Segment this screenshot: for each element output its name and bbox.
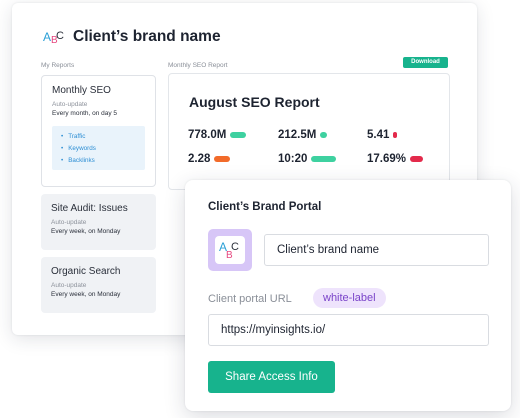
- brand-title: Client’s brand name: [73, 28, 221, 45]
- metric-value: 2.28: [188, 153, 211, 165]
- portal-title: Client’s Brand Portal: [208, 201, 322, 213]
- brand-portal-card: Client’s Brand Portal A B C Client porta…: [185, 180, 511, 411]
- metric-bar: [311, 156, 337, 162]
- report-frequency: Every month, on day 5: [52, 110, 118, 117]
- metric-link-backlinks[interactable]: Backlinks: [61, 155, 137, 167]
- metric-bar: [230, 132, 247, 138]
- report-heading: August SEO Report: [189, 94, 320, 110]
- metric-value: 5.41: [367, 129, 390, 141]
- metric-1: 778.0M: [188, 129, 247, 141]
- logo-preview: A B C: [215, 236, 245, 264]
- metric-bar: [393, 132, 398, 138]
- report-title: Organic Search: [51, 266, 121, 277]
- portal-url-label: Client portal URL: [208, 293, 292, 305]
- report-frequency: Every week, on Monday: [51, 291, 121, 298]
- svg-text:C: C: [231, 241, 239, 253]
- metric-2: 212.5M: [278, 129, 328, 141]
- report-card-organic-search[interactable]: Organic Search Auto-update Every week, o…: [41, 257, 156, 313]
- metric-4: 2.28: [188, 153, 231, 165]
- share-access-button[interactable]: Share Access Info: [208, 361, 335, 393]
- svg-text:C: C: [56, 30, 64, 42]
- metric-link-traffic[interactable]: Traffic: [61, 131, 137, 143]
- august-report-card: August SEO Report 778.0M 212.5M 5.41 2.2…: [168, 73, 450, 190]
- report-title: Site Audit: Issues: [51, 203, 128, 214]
- metric-6: 17.69%: [367, 153, 424, 165]
- metric-value: 778.0M: [188, 129, 227, 141]
- report-frequency: Every week, on Monday: [51, 228, 121, 235]
- report-subtitle: Auto-update: [52, 101, 88, 108]
- logo-upload[interactable]: A B C: [208, 229, 252, 271]
- svg-text:A: A: [43, 30, 51, 44]
- metric-bar: [320, 132, 328, 138]
- white-label-badge: white-label: [313, 288, 386, 308]
- metric-3: 5.41: [367, 129, 398, 141]
- brand-name-input[interactable]: [264, 234, 489, 266]
- report-subtitle: Auto-update: [51, 282, 87, 289]
- abc-letters-logo-icon: A B C: [43, 30, 64, 46]
- abc-letters-logo-icon: A B C: [219, 240, 239, 261]
- metric-link-keywords[interactable]: Keywords: [61, 143, 137, 155]
- metric-value: 212.5M: [278, 129, 317, 141]
- report-card-site-audit[interactable]: Site Audit: Issues Auto-update Every wee…: [41, 194, 156, 250]
- download-button[interactable]: Download: [403, 57, 448, 68]
- report-subtitle: Auto-update: [51, 219, 87, 226]
- report-card-monthly-seo[interactable]: Monthly SEO Auto-update Every month, on …: [41, 75, 156, 187]
- metric-bar: [410, 156, 424, 162]
- report-metrics-list: Traffic Keywords Backlinks: [52, 126, 145, 170]
- metric-5: 10:20: [278, 153, 337, 165]
- metric-value: 10:20: [278, 153, 308, 165]
- monthly-seo-report-label: Monthly SEO Report: [168, 62, 228, 69]
- portal-url-input[interactable]: [208, 314, 489, 346]
- report-title: Monthly SEO: [52, 85, 111, 96]
- my-reports-label: My Reports: [41, 62, 75, 69]
- metric-bar: [214, 156, 231, 162]
- metric-value: 17.69%: [367, 153, 407, 165]
